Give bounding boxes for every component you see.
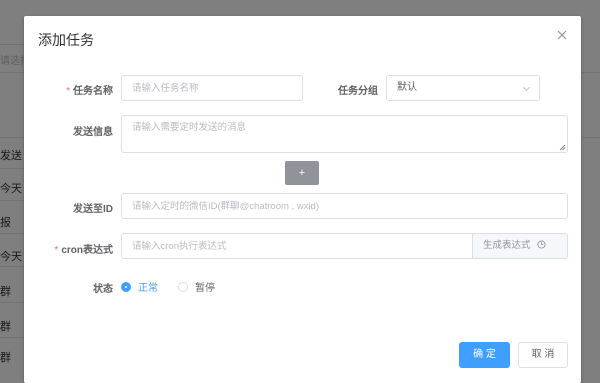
cancel-button[interactable]: 取 消 xyxy=(518,342,568,368)
message-textarea[interactable] xyxy=(121,115,568,153)
send-to-label: 发送至ID xyxy=(73,204,113,215)
required-mark: * xyxy=(54,245,59,256)
task-name-label: * 任务名称 xyxy=(66,82,113,97)
radio-unchecked-icon xyxy=(178,282,188,292)
status-radio-paused[interactable]: 暂停 xyxy=(178,279,215,294)
status-label: 状态 xyxy=(93,284,113,295)
status-option-normal: 正常 xyxy=(138,283,158,294)
generate-cron-button[interactable]: 生成表达式 xyxy=(473,233,568,259)
confirm-button[interactable]: 确 定 xyxy=(459,342,510,368)
generate-cron-label: 生成表达式 xyxy=(483,240,531,251)
cron-input[interactable] xyxy=(121,233,473,259)
status-option-paused: 暂停 xyxy=(195,283,215,294)
task-group-select[interactable]: 默认 xyxy=(386,75,540,101)
resize-grip-icon[interactable] xyxy=(559,144,566,151)
required-mark: * xyxy=(66,86,70,97)
dialog-title: 添加任务 xyxy=(38,32,94,48)
status-radio-normal[interactable]: 正常 xyxy=(121,279,158,294)
chevron-down-icon xyxy=(522,86,531,92)
message-label: 发送信息 xyxy=(73,127,113,138)
cron-label: * cron表达式 xyxy=(54,241,113,256)
cron-label-text: cron表达式 xyxy=(61,245,113,256)
task-name-label-text: 任务名称 xyxy=(73,86,113,97)
add-button[interactable]: + xyxy=(285,161,319,185)
message-textarea-wrap xyxy=(121,115,568,153)
task-group-label: 任务分组 xyxy=(338,86,378,97)
close-icon[interactable] xyxy=(555,28,569,42)
clock-icon xyxy=(536,240,546,249)
task-group-value: 默认 xyxy=(397,82,417,93)
radio-checked-icon xyxy=(121,282,131,292)
task-name-input[interactable] xyxy=(121,75,303,101)
add-task-dialog: 添加任务 *任务名称 任务分组 默认 发送信息 + 发送至ID *cron表达式… xyxy=(24,16,581,383)
send-to-input[interactable] xyxy=(121,193,568,219)
